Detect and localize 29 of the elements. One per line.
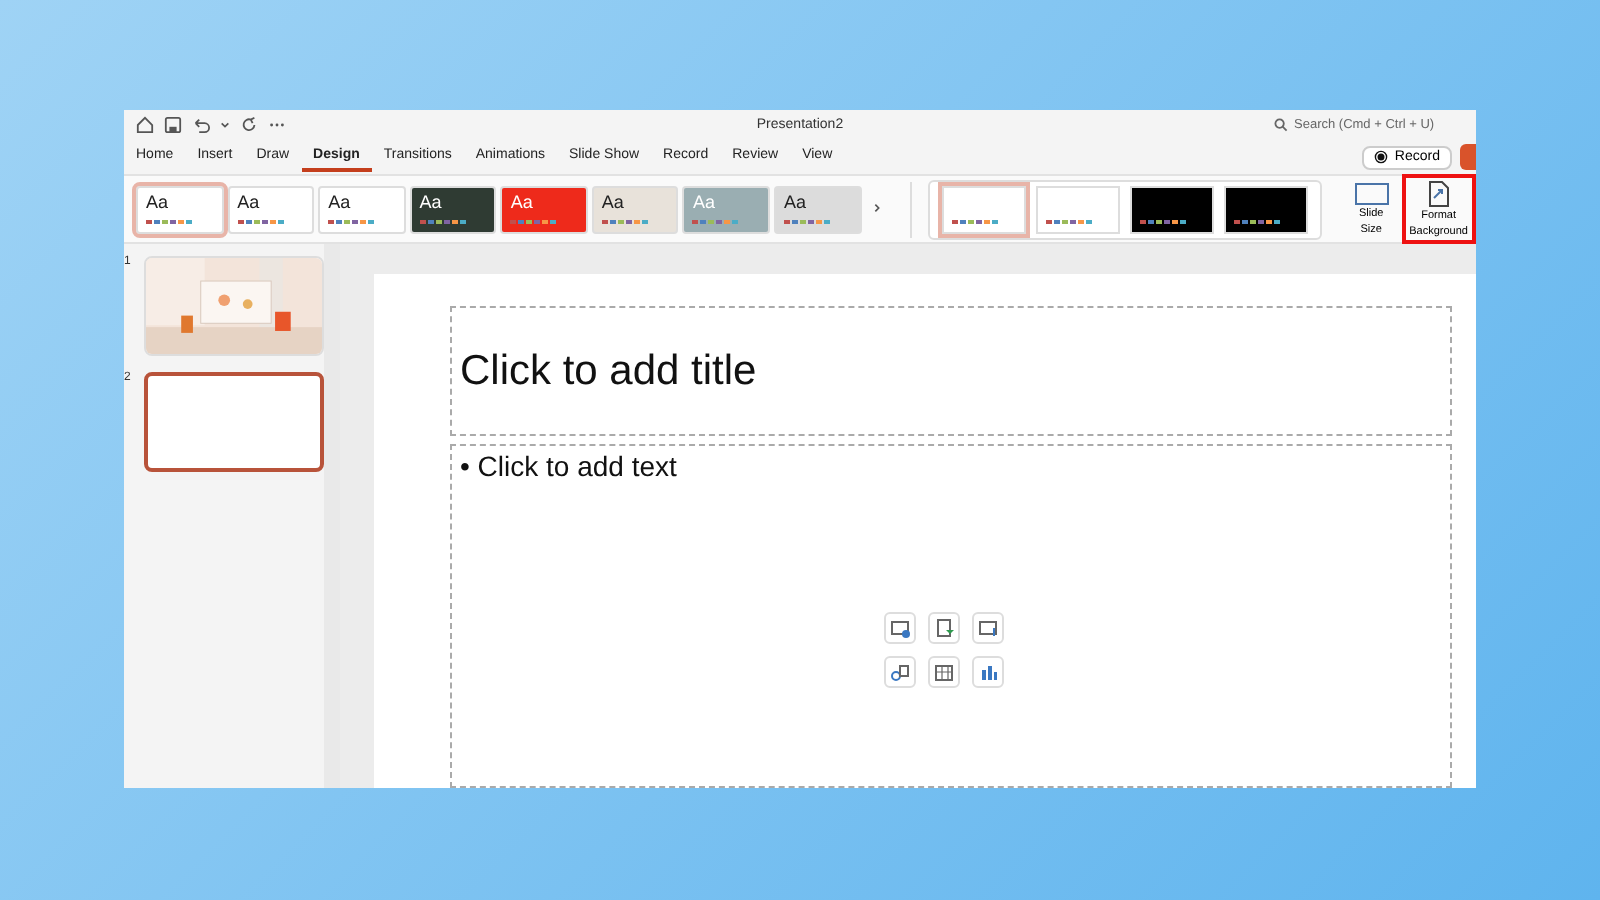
title-placeholder[interactable]: Click to add title	[450, 306, 1452, 436]
variant-thumbnail[interactable]	[1129, 185, 1214, 233]
theme-thumbnail[interactable]: Aa	[409, 185, 497, 233]
redo-icon	[240, 116, 258, 134]
theme-thumbnail[interactable]: Aa	[227, 185, 315, 233]
share-button[interactable]	[1460, 144, 1476, 170]
content-placeholder[interactable]: • Click to add text	[450, 444, 1452, 788]
home-icon	[136, 116, 154, 134]
chart-icon[interactable]	[978, 662, 998, 682]
theme-thumbnail[interactable]: Aa	[136, 185, 224, 233]
save-icon	[164, 116, 182, 134]
slide-size-icon	[1353, 182, 1390, 207]
theme-thumbnail[interactable]: Aa	[591, 185, 679, 233]
table-icon[interactable]	[934, 662, 954, 682]
variant-thumbnail[interactable]	[1223, 185, 1308, 233]
chevron-right-icon	[871, 201, 882, 213]
theme-thumbnail[interactable]: Aa	[318, 185, 406, 233]
image-icon[interactable]	[890, 618, 910, 638]
undo-icon	[192, 116, 210, 134]
theme-thumbnail[interactable]: Aa	[500, 185, 588, 233]
format-background-icon	[1424, 180, 1453, 209]
theme-thumbnail[interactable]: Aa	[774, 185, 862, 233]
body-placeholder-text: • Click to add text	[460, 450, 677, 482]
search-icon	[1274, 118, 1288, 132]
slide-thumbnail[interactable]	[144, 372, 324, 472]
variant-thumbnail[interactable]	[941, 185, 1026, 233]
record-icon	[1374, 150, 1389, 164]
caret-icon	[220, 120, 230, 130]
variant-thumbnail[interactable]	[1035, 185, 1120, 233]
